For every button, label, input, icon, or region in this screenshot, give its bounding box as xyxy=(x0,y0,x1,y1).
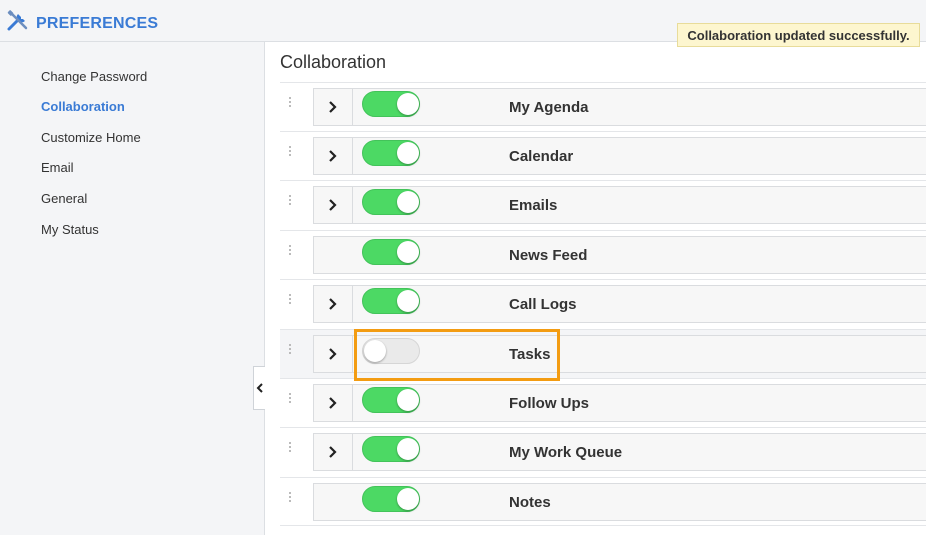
row-card: Calendar xyxy=(313,137,926,175)
enable-toggle[interactable] xyxy=(362,436,420,462)
list-item-follow-ups: Follow Ups xyxy=(280,378,926,427)
toggle-knob xyxy=(364,340,386,362)
row-label: Tasks xyxy=(509,346,551,363)
toggle-knob xyxy=(397,290,419,312)
row-label: My Work Queue xyxy=(509,444,623,461)
toggle-knob xyxy=(397,191,419,213)
list-item-tasks: Tasks xyxy=(280,329,926,378)
expand-button[interactable] xyxy=(314,286,353,322)
page-header-title: PREFERENCES xyxy=(36,14,159,32)
enable-toggle[interactable] xyxy=(362,239,420,265)
drag-handle-icon[interactable] xyxy=(289,344,293,358)
drag-handle-icon[interactable] xyxy=(289,442,293,456)
list-item-notes: Notes xyxy=(280,477,926,526)
expand-button[interactable] xyxy=(314,336,353,372)
toggle-knob xyxy=(397,93,419,115)
row-label: News Feed xyxy=(509,247,588,264)
chevron-right-icon xyxy=(329,199,337,211)
list-item-calendar: Calendar xyxy=(280,131,926,180)
expand-button[interactable] xyxy=(314,187,353,223)
row-card: My Agenda xyxy=(313,88,926,126)
chevron-right-icon xyxy=(329,101,337,113)
sidebar-collapse-button[interactable] xyxy=(253,366,265,410)
sidebar-item-general[interactable]: General xyxy=(41,191,87,206)
chevron-right-icon xyxy=(329,446,337,458)
row-label: Emails xyxy=(509,197,558,214)
chevron-right-icon xyxy=(329,397,337,409)
chevron-right-icon xyxy=(329,298,337,310)
enable-toggle[interactable] xyxy=(362,288,420,314)
list-item-call-logs: Call Logs xyxy=(280,279,926,328)
row-card: Emails xyxy=(313,186,926,224)
sidebar-item-email[interactable]: Email xyxy=(41,160,74,175)
list-item-my-agenda: My Agenda xyxy=(280,82,926,131)
toggle-knob xyxy=(397,142,419,164)
chevron-right-icon xyxy=(329,150,337,162)
toggle-knob xyxy=(397,438,419,460)
success-toast: Collaboration updated successfully. xyxy=(677,23,920,47)
list-item-news-feed: News Feed xyxy=(280,230,926,279)
row-label: Follow Ups xyxy=(509,395,589,412)
drag-handle-icon[interactable] xyxy=(289,195,293,209)
enable-toggle[interactable] xyxy=(362,486,420,512)
drag-handle-icon[interactable] xyxy=(289,245,293,259)
toggle-knob xyxy=(397,488,419,510)
drag-handle-icon[interactable] xyxy=(289,492,293,506)
main-content: Collaboration My Agenda Calendar Emails … xyxy=(265,42,926,535)
sidebar-item-customize-home[interactable]: Customize Home xyxy=(41,130,141,145)
row-card: Follow Ups xyxy=(313,384,926,422)
chevron-left-icon xyxy=(256,383,263,393)
enable-toggle[interactable] xyxy=(362,387,420,413)
brand: PREFERENCES xyxy=(6,9,158,38)
sidebar-item-change-password[interactable]: Change Password xyxy=(41,69,147,84)
chevron-right-icon xyxy=(329,348,337,360)
list-item-my-work-queue: My Work Queue xyxy=(280,427,926,476)
drag-handle-icon[interactable] xyxy=(289,97,293,111)
enable-toggle[interactable] xyxy=(362,189,420,215)
row-label: My Agenda xyxy=(509,99,589,116)
expand-button[interactable] xyxy=(314,138,353,174)
enable-toggle[interactable] xyxy=(362,338,420,364)
drag-handle-icon[interactable] xyxy=(289,146,293,160)
expand-button[interactable] xyxy=(314,385,353,421)
expand-button[interactable] xyxy=(314,89,353,125)
drag-handle-icon[interactable] xyxy=(289,294,293,308)
enable-toggle[interactable] xyxy=(362,140,420,166)
drag-handle-icon[interactable] xyxy=(289,393,293,407)
row-label: Notes xyxy=(509,494,551,511)
sidebar-item-collaboration[interactable]: Collaboration xyxy=(41,99,125,114)
row-label: Call Logs xyxy=(509,296,577,313)
sidebar: Change Password Collaboration Customize … xyxy=(0,42,265,535)
enable-toggle[interactable] xyxy=(362,91,420,117)
row-card: My Work Queue xyxy=(313,433,926,471)
tools-icon xyxy=(6,9,30,38)
row-card: Tasks xyxy=(313,335,926,373)
row-card: Call Logs xyxy=(313,285,926,323)
list-item-emails: Emails xyxy=(280,180,926,229)
toggle-knob xyxy=(397,389,419,411)
row-card: Notes xyxy=(313,483,926,521)
expand-button[interactable] xyxy=(314,434,353,470)
toggle-knob xyxy=(397,241,419,263)
sidebar-item-my-status[interactable]: My Status xyxy=(41,222,99,237)
row-card: News Feed xyxy=(313,236,926,274)
row-label: Calendar xyxy=(509,148,574,165)
page-title: Collaboration xyxy=(280,52,387,72)
